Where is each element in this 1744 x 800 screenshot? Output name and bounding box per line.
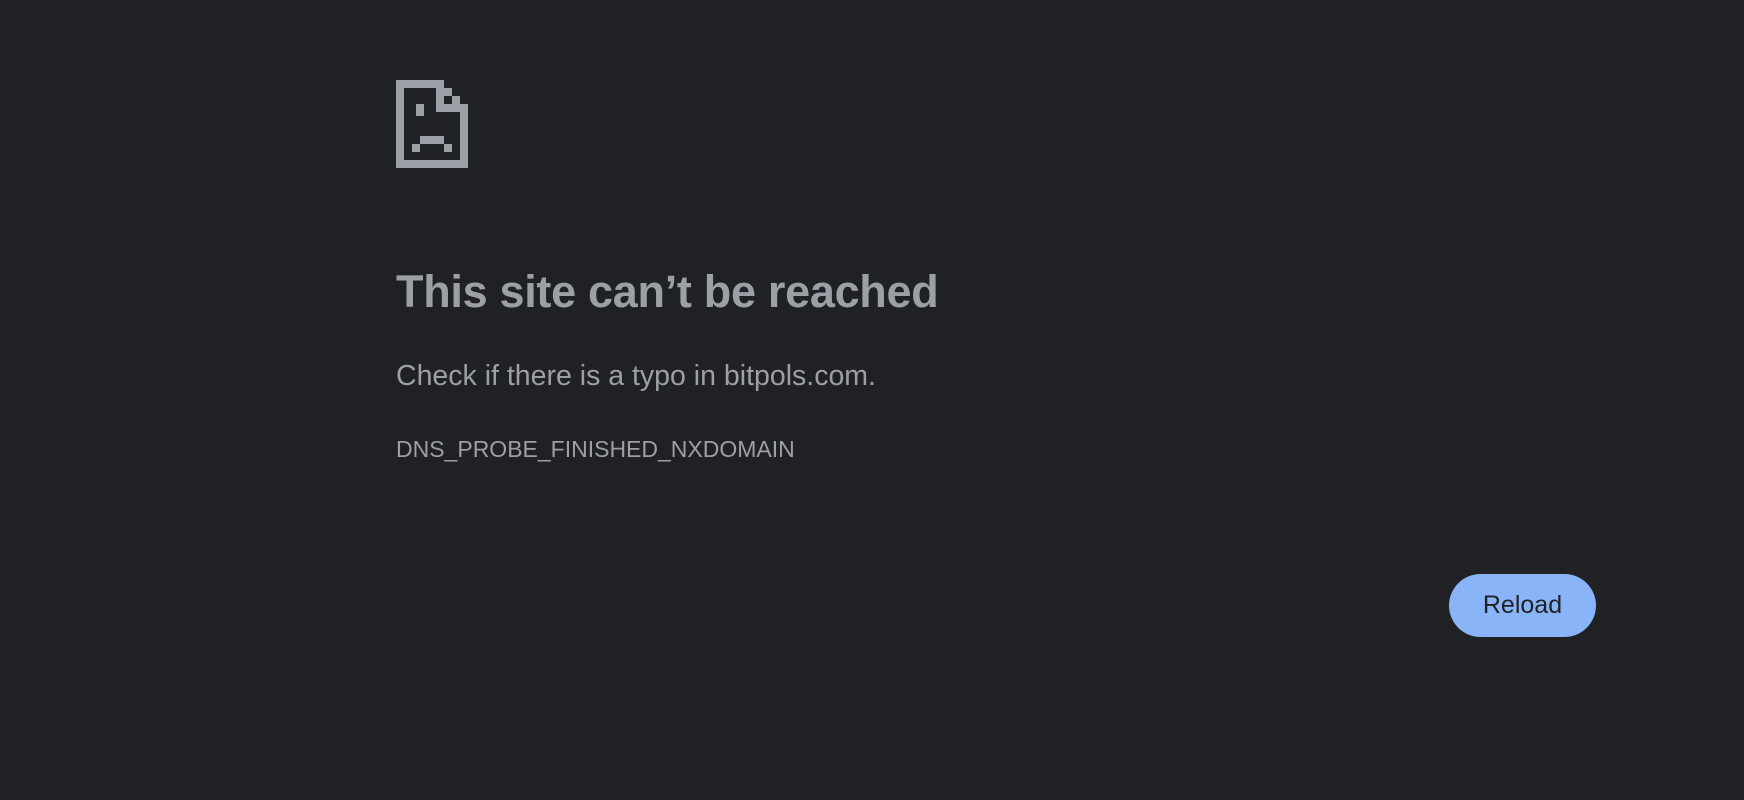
page-title: This site can’t be reached bbox=[396, 266, 939, 317]
error-suggestion: Check if there is a typo in bitpols.com. bbox=[396, 360, 876, 392]
sad-document-icon bbox=[396, 80, 468, 168]
error-code[interactable]: DNS_PROBE_FINISHED_NXDOMAIN bbox=[396, 434, 795, 464]
reload-button[interactable]: Reload bbox=[1449, 574, 1596, 637]
